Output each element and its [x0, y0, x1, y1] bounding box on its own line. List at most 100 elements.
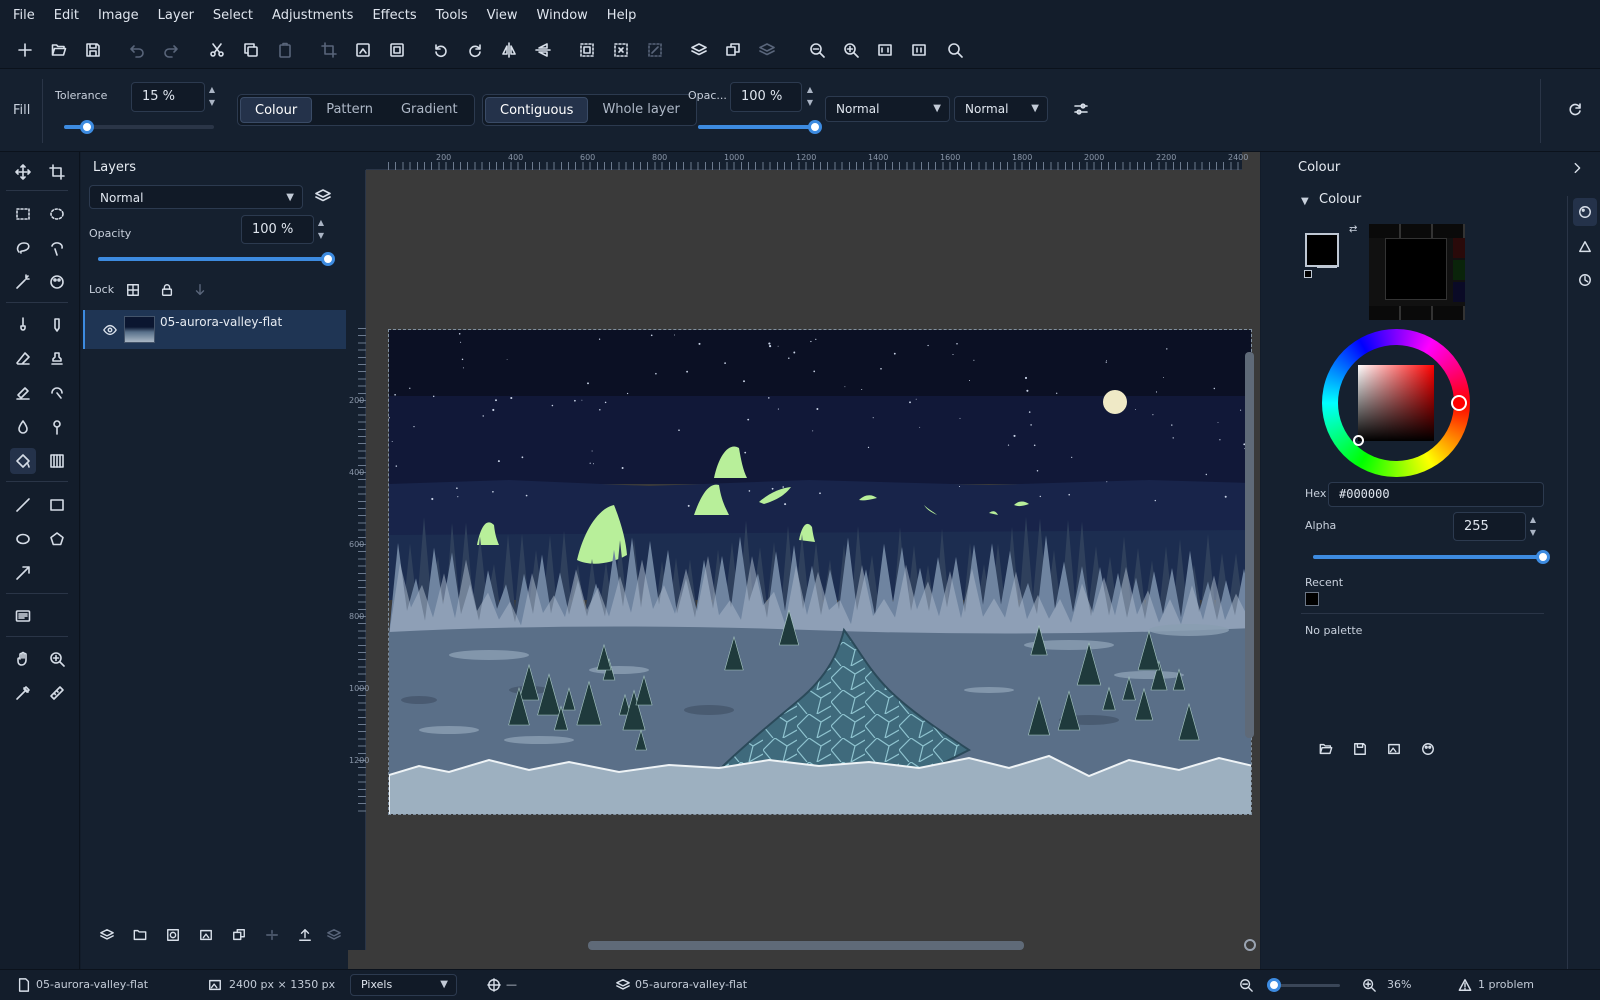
menu-help[interactable]: Help — [607, 8, 637, 23]
lasso-select-icon[interactable] — [10, 235, 36, 261]
menu-select[interactable]: Select — [213, 8, 253, 23]
saturation-handle[interactable] — [1353, 435, 1364, 446]
crop-tool-icon[interactable] — [44, 159, 70, 185]
primary-colour-swatch[interactable] — [1305, 233, 1339, 267]
tolerance-stepper[interactable]: ▲ ▼ — [206, 83, 218, 111]
menu-view[interactable]: View — [487, 8, 518, 23]
copy-icon[interactable] — [241, 40, 261, 60]
fill-mode-gradient[interactable]: Gradient — [387, 97, 472, 123]
layer-properties-icon[interactable] — [196, 925, 216, 945]
flood-mode-contiguous[interactable]: Contiguous — [485, 97, 589, 123]
warning-icon[interactable] — [1455, 975, 1475, 995]
paint-bucket-icon[interactable] — [10, 448, 36, 474]
paste-icon[interactable] — [275, 40, 295, 60]
menu-image[interactable]: Image — [98, 8, 139, 23]
add-layer-icon[interactable] — [689, 40, 709, 60]
dodge-burn-icon[interactable] — [44, 414, 70, 440]
zoom-tool-icon[interactable] — [44, 646, 70, 672]
cut-icon[interactable] — [207, 40, 227, 60]
colour-tab[interactable] — [1573, 198, 1597, 226]
magic-lasso-icon[interactable] — [44, 235, 70, 261]
alpha-slider-knob[interactable] — [1536, 550, 1550, 564]
rotate-cw-icon[interactable] — [465, 40, 485, 60]
open-palette-icon[interactable] — [1316, 739, 1336, 759]
rectangle-tool-icon[interactable] — [44, 492, 70, 518]
menu-file[interactable]: File — [13, 8, 35, 23]
saturation-value-square[interactable] — [1358, 365, 1434, 441]
layer-row[interactable]: 05-aurora-valley-flat — [83, 310, 346, 349]
open-icon[interactable] — [49, 40, 69, 60]
zoom-in-icon[interactable] — [1359, 975, 1379, 995]
zoom-out-icon[interactable] — [1236, 975, 1256, 995]
undo-icon[interactable] — [127, 40, 147, 60]
layer-mask-icon[interactable] — [163, 925, 183, 945]
units-dropdown[interactable]: Pixels ▼ — [350, 974, 457, 996]
resize-image-icon[interactable] — [353, 40, 373, 60]
eye-icon[interactable] — [100, 320, 120, 340]
canvas-area[interactable]: 200 400 600 800 1000 1200 1400 1600 1800 2000 2200… — [348, 152, 1260, 969]
menu-edit[interactable]: Edit — [54, 8, 79, 23]
flip-horizontal-icon[interactable] — [499, 40, 519, 60]
eyedropper-icon[interactable] — [10, 680, 36, 706]
menu-tools[interactable]: Tools — [436, 8, 468, 23]
layer-blend-dropdown[interactable]: Normal ▼ — [89, 185, 303, 209]
deselect-icon[interactable] — [611, 40, 631, 60]
crop-icon[interactable] — [319, 40, 339, 60]
flip-vertical-icon[interactable] — [533, 40, 553, 60]
horizontal-scrollbar[interactable] — [588, 941, 1024, 950]
layer-opacity-knob[interactable] — [321, 252, 335, 266]
lock-transparency-icon[interactable] — [123, 280, 143, 300]
gradient-icon[interactable] — [44, 448, 70, 474]
menu-window[interactable]: Window — [537, 8, 588, 23]
fill-mode-colour[interactable]: Colour — [240, 97, 313, 123]
select-all-icon[interactable] — [577, 40, 597, 60]
tolerance-slider-knob[interactable] — [79, 120, 94, 134]
alpha-blend-dropdown[interactable]: Normal ▼ — [954, 96, 1048, 122]
fill-opacity-slider-knob[interactable] — [808, 120, 822, 134]
blend-mode-dropdown[interactable]: Normal ▼ — [825, 96, 950, 122]
duplicate-layer-icon[interactable] — [723, 40, 743, 60]
colour-section-header[interactable]: Colour — [1319, 192, 1361, 207]
actual-size-icon[interactable] — [909, 40, 929, 60]
reset-colours-icon[interactable] — [1304, 270, 1312, 278]
colour-history-grid[interactable] — [1369, 224, 1465, 320]
resize-canvas-icon[interactable] — [387, 40, 407, 60]
navigator-icon[interactable] — [1244, 939, 1256, 951]
add-layer-icon[interactable] — [97, 925, 117, 945]
text-tool-icon[interactable] — [10, 603, 36, 629]
alpha-input[interactable]: 255 — [1453, 512, 1526, 541]
ruler-icon[interactable] — [44, 680, 70, 706]
effects-tab-icon[interactable] — [1575, 237, 1595, 257]
merge-layer-icon[interactable] — [262, 925, 282, 945]
status-problems[interactable]: 1 problem — [1478, 978, 1534, 991]
delete-layer-icon[interactable] — [324, 925, 344, 945]
save-icon[interactable] — [83, 40, 103, 60]
redo-icon[interactable] — [161, 40, 181, 60]
ellipse-select-icon[interactable] — [44, 201, 70, 227]
layer-stack-icon[interactable] — [313, 186, 333, 206]
add-folder-icon[interactable] — [130, 925, 150, 945]
pan-hand-icon[interactable] — [10, 646, 36, 672]
ellipse-tool-icon[interactable] — [10, 526, 36, 552]
search-icon[interactable] — [945, 40, 965, 60]
recent-colour-swatch[interactable] — [1305, 592, 1319, 606]
chevron-right-icon[interactable] — [1567, 158, 1587, 178]
menu-layer[interactable]: Layer — [158, 8, 194, 23]
fill-opacity-input[interactable]: 100 % — [730, 82, 802, 112]
duplicate-layer-icon[interactable] — [229, 925, 249, 945]
hex-input[interactable]: #000000 — [1328, 482, 1544, 507]
vertical-scrollbar[interactable] — [1245, 352, 1254, 738]
palette-from-image-icon[interactable] — [1384, 739, 1404, 759]
move-tool-icon[interactable] — [10, 159, 36, 185]
tolerance-input[interactable]: 15 % — [131, 82, 205, 112]
menu-adjustments[interactable]: Adjustments — [272, 8, 353, 23]
invert-selection-icon[interactable] — [645, 40, 665, 60]
zoom-in-icon[interactable] — [841, 40, 861, 60]
line-tool-icon[interactable] — [10, 492, 36, 518]
smudge-icon[interactable] — [10, 380, 36, 406]
rotate-ccw-icon[interactable] — [431, 40, 451, 60]
lock-position-icon[interactable] — [190, 280, 210, 300]
fill-mode-pattern[interactable]: Pattern — [312, 97, 387, 123]
fill-opacity-stepper[interactable]: ▲ ▼ — [804, 83, 816, 111]
colour-select-icon[interactable] — [44, 269, 70, 295]
